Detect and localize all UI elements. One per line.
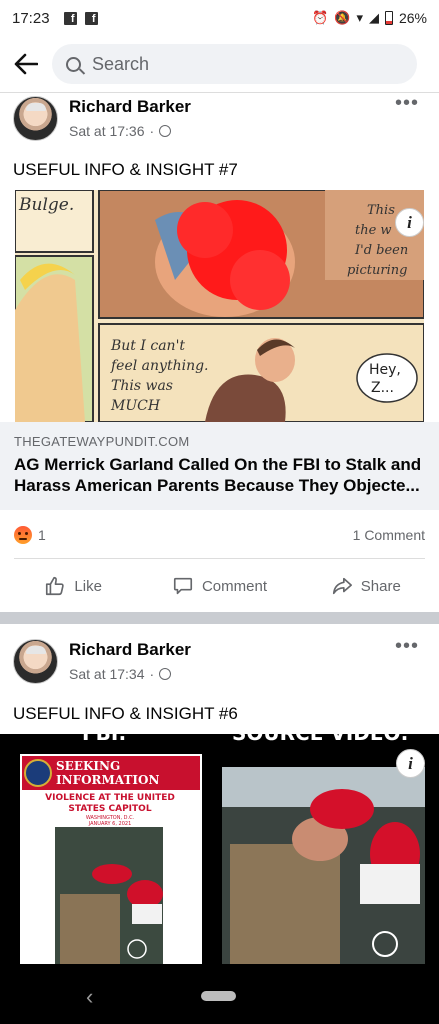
comment-label: Comment (201, 577, 267, 595)
angry-reaction-icon (14, 526, 32, 544)
reactions-bar[interactable]: 1 1 Comment (0, 523, 439, 547)
meta-separator: · (149, 666, 155, 682)
more-options-icon[interactable]: ••• (395, 636, 419, 656)
svg-text:picturing: picturing (347, 263, 407, 278)
post-actions: Like Comment Share (0, 568, 439, 604)
battery-icon (384, 11, 393, 25)
share-label: Share (360, 577, 401, 595)
svg-text:This: This (367, 203, 395, 218)
comment-count[interactable]: 1 Comment (353, 527, 425, 543)
header-divider (0, 92, 439, 93)
globe-icon (159, 668, 172, 680)
svg-text:VIOLENCE AT THE UNITED: VIOLENCE AT THE UNITED (45, 793, 175, 803)
alarm-icon: ⏰ (312, 10, 329, 25)
svg-text:FBI:: FBI: (82, 734, 126, 745)
post-meta: Sat at 17:36 · (69, 123, 172, 139)
svg-text:MUCH: MUCH (110, 398, 161, 414)
svg-text:This was: This was (111, 378, 173, 394)
link-domain: THEGATEWAYPUNDIT.COM (14, 434, 190, 449)
reaction-count: 1 (38, 527, 46, 543)
svg-text:feel anything.: feel anything. (110, 358, 209, 374)
like-button[interactable]: Like (0, 575, 146, 597)
search-input[interactable]: Search (52, 44, 417, 84)
status-bar: 17:23 f f ⏰ 🔕 ▾ ◢ 26% (0, 0, 439, 36)
like-label: Like (74, 577, 102, 595)
share-button[interactable]: Share (293, 575, 439, 597)
avatar[interactable] (13, 96, 58, 141)
svg-text:JANUARY 6, 2021: JANUARY 6, 2021 (88, 821, 132, 827)
svg-text:the w: the w (355, 223, 392, 238)
svg-text:But I can't: But I can't (110, 338, 185, 354)
meta-separator: · (149, 123, 155, 139)
back-arrow-icon[interactable] (0, 42, 52, 86)
search-icon (66, 56, 81, 72)
post-text: USEFUL INFO & INSIGHT #6 (13, 704, 238, 723)
avatar[interactable] (13, 639, 58, 684)
search-placeholder: Search (92, 53, 150, 74)
status-time: 17:23 (12, 9, 50, 27)
svg-text:SOURCE VIDEO:: SOURCE VIDEO: (232, 734, 409, 745)
status-icons: ⏰ 🔕 ▾ ◢ 26% (312, 10, 427, 26)
search-header: Search (0, 42, 439, 86)
post-separator (0, 612, 439, 624)
link-title-line2: Harass American Parents Because They Obj… (14, 476, 420, 495)
facebook-notification-icon: f (63, 11, 77, 25)
post-header: Richard Barker Sat at 17:36 · ••• (0, 93, 439, 146)
svg-text:Z...: Z... (371, 380, 394, 396)
nav-home-pill[interactable] (201, 991, 236, 1001)
fbi-poster-illustration: FBI: SOURCE VIDEO: SEEKING INFORMATION V… (0, 734, 439, 964)
info-icon[interactable]: i (395, 208, 424, 237)
post-time[interactable]: Sat at 17:36 (69, 123, 145, 139)
svg-text:Bulge.: Bulge. (18, 195, 74, 215)
post-time[interactable]: Sat at 17:34 (69, 666, 145, 682)
link-title-line1: AG Merrick Garland Called On the FBI to … (14, 455, 422, 474)
post-meta: Sat at 17:34 · (69, 666, 172, 682)
nav-back-icon[interactable]: ‹ (86, 984, 93, 1010)
post-header: Richard Barker Sat at 17:34 · ••• (0, 636, 439, 689)
battery-level: 26% (398, 10, 427, 26)
svg-text:SEEKING: SEEKING (56, 759, 120, 773)
post-text: USEFUL INFO & INSIGHT #7 (13, 160, 238, 179)
post-author[interactable]: Richard Barker (69, 97, 191, 117)
post-author[interactable]: Richard Barker (69, 640, 191, 660)
thumbs-up-icon (46, 576, 65, 596)
post-image-fbi[interactable]: FBI: SOURCE VIDEO: SEEKING INFORMATION V… (0, 734, 439, 964)
svg-text:STATES CAPITOL: STATES CAPITOL (68, 804, 151, 814)
mute-icon: 🔕 (334, 10, 351, 25)
action-divider (14, 558, 425, 559)
link-preview[interactable]: THEGATEWAYPUNDIT.COM AG Merrick Garland … (0, 422, 439, 510)
info-icon[interactable]: i (396, 749, 425, 778)
signal-icon: ◢ (368, 10, 379, 25)
android-nav-bar: ‹ (0, 964, 439, 1024)
share-icon (332, 577, 352, 595)
comment-icon (173, 577, 193, 595)
post-image-comic[interactable]: Bulge. This the w I'd been picturing But… (15, 190, 424, 422)
svg-text:Hey,: Hey, (369, 362, 401, 378)
wifi-icon: ▾ (356, 10, 363, 25)
comic-illustration: Bulge. This the w I'd been picturing But… (15, 190, 424, 422)
globe-icon (159, 125, 172, 137)
comment-button[interactable]: Comment (146, 575, 292, 597)
svg-text:INFORMATION: INFORMATION (56, 773, 159, 787)
facebook-notification-icon: f (84, 11, 98, 25)
svg-text:I'd been: I'd been (354, 243, 408, 258)
more-options-icon[interactable]: ••• (395, 93, 419, 113)
